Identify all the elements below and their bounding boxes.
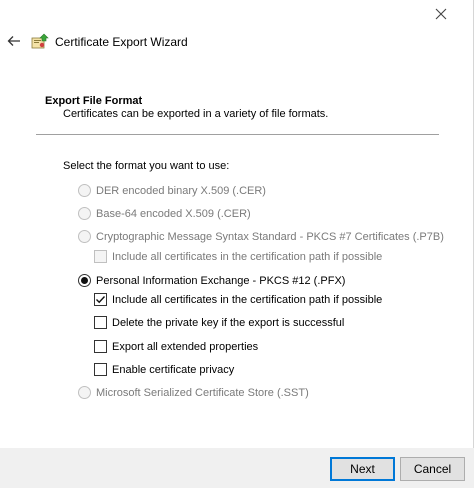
- radio-pfx-label: Personal Information Exchange - PKCS #12…: [96, 274, 346, 287]
- header-divider: [36, 134, 439, 135]
- certificate-wizard-icon: [31, 33, 49, 49]
- radio-pfx[interactable]: [78, 274, 91, 287]
- checkbox-pfx-privacy[interactable]: [94, 363, 107, 376]
- radio-sst[interactable]: [78, 386, 91, 399]
- next-button[interactable]: Next: [330, 457, 395, 481]
- radio-base64[interactable]: [78, 207, 91, 220]
- checkbox-pkcs7-include-all[interactable]: [94, 250, 107, 263]
- radio-der[interactable]: [78, 184, 91, 197]
- radio-pkcs7-label: Cryptographic Message Syntax Standard - …: [96, 230, 444, 243]
- close-button[interactable]: [418, 0, 464, 28]
- checkmark-icon: [96, 296, 106, 304]
- checkbox-pfx-delete-key[interactable]: [94, 316, 107, 329]
- radio-pkcs7[interactable]: [78, 230, 91, 243]
- checkbox-pfx-privacy-label: Enable certificate privacy: [112, 363, 235, 376]
- checkbox-option-pfx-include-all[interactable]: Include all certificates in the certific…: [94, 293, 382, 306]
- checkbox-option-pfx-privacy[interactable]: Enable certificate privacy: [94, 363, 234, 376]
- page-subheading: Certificates can be exported in a variet…: [63, 108, 329, 120]
- radio-option-sst[interactable]: Microsoft Serialized Certificate Store (…: [78, 386, 309, 399]
- radio-option-der[interactable]: DER encoded binary X.509 (.CER): [78, 184, 266, 197]
- page-heading: Export File Format: [45, 95, 143, 107]
- checkbox-pfx-include-all[interactable]: [94, 293, 107, 306]
- checkbox-pfx-include-all-label: Include all certificates in the certific…: [112, 293, 383, 306]
- back-button[interactable]: [4, 30, 24, 52]
- checkbox-pkcs7-include-all-label: Include all certificates in the certific…: [112, 250, 383, 263]
- radio-option-base64[interactable]: Base-64 encoded X.509 (.CER): [78, 207, 251, 220]
- close-icon: [435, 8, 447, 20]
- radio-option-pfx[interactable]: Personal Information Exchange - PKCS #12…: [78, 274, 345, 287]
- window-title: Certificate Export Wizard: [55, 35, 188, 49]
- checkbox-pfx-delete-key-label: Delete the private key if the export is …: [112, 316, 345, 329]
- checkbox-option-pfx-delete-key[interactable]: Delete the private key if the export is …: [94, 316, 344, 329]
- back-arrow-icon: [7, 36, 20, 46]
- radio-option-pkcs7[interactable]: Cryptographic Message Syntax Standard - …: [78, 230, 444, 243]
- wizard-window: Certificate Export Wizard Export File Fo…: [0, 0, 474, 488]
- checkbox-option-pfx-export-ext[interactable]: Export all extended properties: [94, 340, 258, 353]
- checkbox-pfx-export-ext[interactable]: [94, 340, 107, 353]
- format-prompt: Select the format you want to use:: [63, 160, 230, 172]
- checkbox-option-pkcs7-include-all[interactable]: Include all certificates in the certific…: [94, 250, 382, 263]
- cancel-button[interactable]: Cancel: [400, 457, 465, 481]
- radio-der-label: DER encoded binary X.509 (.CER): [96, 184, 266, 197]
- radio-base64-label: Base-64 encoded X.509 (.CER): [96, 207, 251, 220]
- radio-sst-label: Microsoft Serialized Certificate Store (…: [96, 386, 309, 399]
- checkbox-pfx-export-ext-label: Export all extended properties: [112, 340, 259, 353]
